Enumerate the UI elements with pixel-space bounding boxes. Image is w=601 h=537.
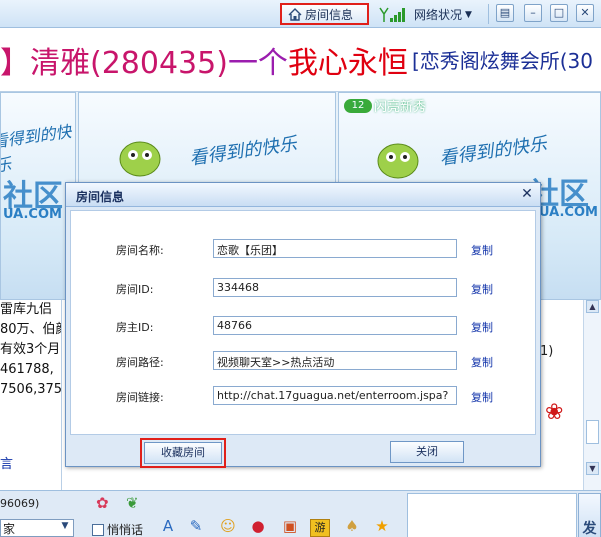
whisper-label: 悄悄话 (107, 523, 144, 537)
badge-label: 闪亮新秀 (374, 100, 427, 115)
font-icon[interactable]: A (158, 517, 178, 535)
chat-link[interactable]: 言 (0, 455, 13, 475)
chevron-down-icon: ▼ (61, 521, 69, 531)
recipient-select[interactable]: 家 ▼ (0, 519, 74, 537)
badge-icon: 12 (344, 98, 372, 113)
video-slogan-left: 看得到的快乐 (0, 121, 73, 176)
network-status-dropdown[interactable]: 网络状况 ▼ (414, 6, 472, 23)
whisper-checkbox[interactable]: 悄悄话 (92, 521, 143, 537)
maximize-icon[interactable]: □ (550, 4, 568, 22)
chat-line: 80万、伯颜 (0, 322, 62, 337)
close-button[interactable]: 关闭 (390, 441, 464, 463)
room-link-field[interactable]: http://chat.17guagua.net/enterroom.jspa? (213, 386, 457, 405)
chat-input-bar: 96069) ✿ ❦ 家 ▼ 悄悄话 A ✎ ☺ ● ▣ 游 ♠ ★ 发 (0, 490, 601, 537)
chat-line: 7506,3750 (0, 382, 62, 397)
marquee-part-1: 】清雅(280435) (0, 45, 228, 81)
favorite-room-button[interactable]: 收藏房间 (144, 442, 222, 464)
close-icon[interactable]: ✕ (519, 186, 535, 202)
minimize-icon[interactable]: – (524, 4, 542, 22)
top-toolbar: 房间信息 网络状况 ▼ ▤ – □ ✕ (0, 0, 601, 28)
game-icon[interactable]: 游 (310, 519, 330, 537)
room-info-button[interactable]: 房间信息 (280, 3, 369, 25)
send-button[interactable]: 发 (578, 493, 601, 537)
room-info-dialog: 房间信息 ✕ 房间名称: 恋歌【乐团】 复制 房间ID: 334468 复制 房… (65, 182, 541, 468)
user-id-text: 96069) (0, 497, 40, 510)
stamp-icon[interactable]: ● (248, 517, 268, 535)
room-name-field[interactable]: 恋歌【乐团】 (213, 239, 457, 258)
chevron-down-icon: ▼ (465, 9, 472, 20)
smiley-icon[interactable]: ☺ (218, 517, 238, 535)
scroll-up-icon[interactable]: ▲ (586, 300, 599, 313)
room-link-label: 房间链接: (116, 391, 164, 404)
favorite-room-button-highlight: 收藏房间 (140, 438, 226, 468)
room-path-label: 房间路径: (116, 356, 164, 369)
copy-room-id-link[interactable]: 复制 (471, 281, 493, 297)
public-chat-panel[interactable]: 雷库九侣 80万、伯颜 有效3个月 461788, 7506,3750 言 (0, 300, 62, 490)
toolbar-divider (488, 4, 489, 24)
rose-icon: ❀ (545, 400, 564, 425)
room-id-field[interactable]: 334468 (213, 278, 457, 297)
checkbox-box[interactable] (92, 523, 104, 536)
copy-room-name-link[interactable]: 复制 (471, 242, 493, 258)
chat-line: 雷库九侣 (0, 302, 53, 317)
video-slogan-center: 看得到的快乐 (188, 133, 299, 170)
chat-message-input[interactable] (407, 493, 577, 537)
badge-number: 12 (351, 99, 365, 111)
owner-id-field[interactable]: 48766 (213, 316, 457, 335)
note-icon[interactable]: ▤ (496, 4, 514, 22)
recipient-value: 家 (3, 522, 16, 536)
copy-room-link-link[interactable]: 复制 (471, 389, 493, 405)
star-icon[interactable]: ★ (372, 517, 392, 535)
room-id-label: 房间ID: (116, 283, 154, 296)
room-path-field[interactable]: 视频聊天室>>热点活动 (213, 351, 457, 370)
mascot-icon-right (377, 143, 419, 179)
marquee-part-3: 我心永恒 (287, 45, 408, 81)
dialog-title: 房间信息 (76, 190, 125, 204)
chat-line: 有效3个月 (0, 342, 61, 357)
room-info-label: 房间信息 (305, 7, 354, 22)
home-icon (288, 7, 302, 21)
signal-strength-icon[interactable] (378, 6, 408, 22)
dialog-body: 房间名称: 恋歌【乐团】 复制 房间ID: 334468 复制 房主ID: 48… (70, 210, 536, 435)
copy-room-path-link[interactable]: 复制 (471, 354, 493, 370)
thumbs-up-icon[interactable]: ♠ (342, 517, 362, 535)
private-chat-panel[interactable]: 1) (540, 300, 584, 490)
copy-owner-id-link[interactable]: 复制 (471, 319, 493, 335)
flower-icon[interactable]: ✿ (96, 494, 109, 512)
video-brand-left-sub: UA.COM (3, 207, 62, 222)
marquee-part-2: 一个 (227, 45, 288, 81)
chat-scrollbar[interactable]: ▲ ▼ (583, 300, 601, 490)
video-slogan-right: 看得到的快乐 (438, 133, 549, 170)
marquee-part-4: [恋秀阁炫舞会所(30 (411, 49, 593, 73)
gift-icon[interactable]: ▣ (280, 517, 300, 535)
network-status-label: 网络状况 (414, 8, 463, 22)
close-window-icon[interactable]: ✕ (576, 4, 594, 22)
mascot-icon (119, 141, 161, 177)
scroll-down-icon[interactable]: ▼ (586, 462, 599, 475)
dialog-titlebar[interactable]: 房间信息 ✕ (66, 183, 540, 207)
scroll-thumb[interactable] (586, 420, 599, 444)
room-title-marquee: 】清雅(280435) 一个 我心永恒 [恋秀阁炫舞会所(30 (0, 28, 601, 92)
owner-id-label: 房主ID: (116, 321, 154, 334)
chat-line: 1) (540, 344, 554, 359)
brush-icon[interactable]: ✎ (186, 517, 206, 535)
chat-line: 461788, (0, 362, 54, 377)
flash-star-badge: 12 闪亮新秀 (344, 96, 426, 115)
room-name-label: 房间名称: (116, 244, 164, 257)
gift-basket-icon[interactable]: ❦ (126, 494, 139, 512)
video-brand-right-sub: UA.COM (539, 205, 598, 220)
